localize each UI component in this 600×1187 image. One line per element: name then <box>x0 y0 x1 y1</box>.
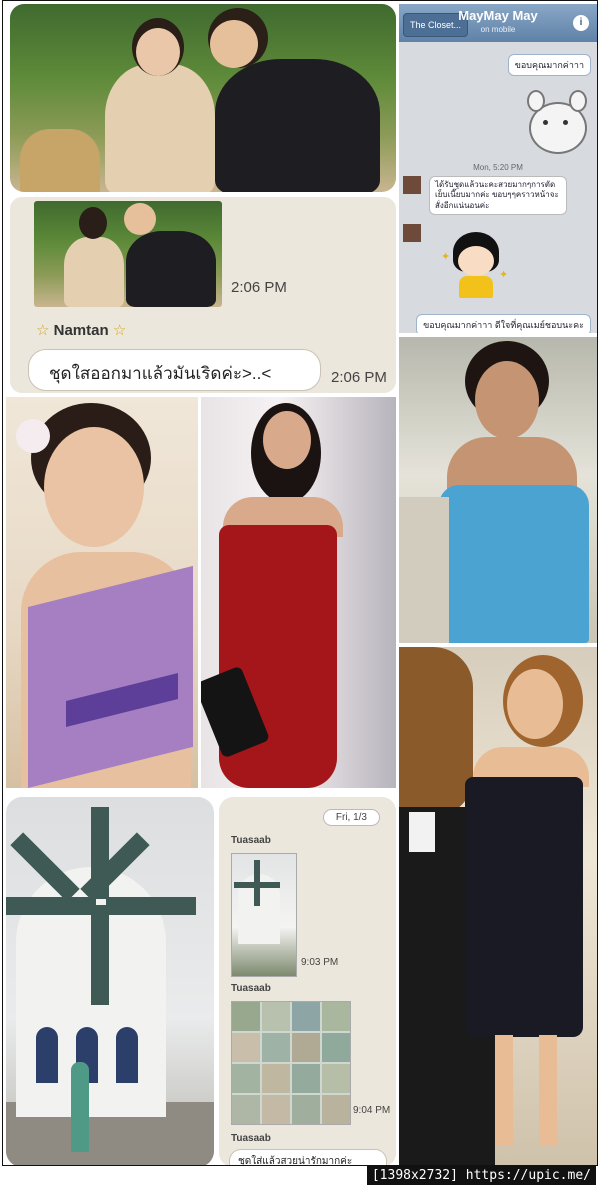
chat-image-thumbnail[interactable] <box>231 853 297 977</box>
contact-status: on mobile <box>480 25 516 34</box>
watermark: [1398x2732] https://upic.me/ <box>366 1166 596 1185</box>
couple-photo <box>10 4 396 192</box>
line-chat-screenshot: The Closet... MayMay May on mobile i ขอบ… <box>399 4 597 333</box>
blue-dress-photo <box>399 337 597 643</box>
star-icon: ☆ <box>112 322 127 339</box>
bunny-sticker <box>523 88 587 154</box>
windmill-photo <box>6 797 214 1165</box>
chat-screenshot-tuasaab: Fri, 1/3 Tuasaab 9:03 PM Tuasaab 9:04 PM… <box>219 797 396 1165</box>
info-icon[interactable]: i <box>573 15 589 31</box>
chat-header: The Closet... MayMay May on mobile i <box>399 4 597 42</box>
message-time: 2:06 PM <box>231 279 287 296</box>
date-chip: Fri, 1/3 <box>322 809 380 826</box>
black-dress-photo <box>399 647 597 1165</box>
sender-name: Tuasaab <box>231 983 271 994</box>
red-dress-photo <box>201 397 396 788</box>
message-bubble: ชุดใสออกมาแล้วมันเริดค่ะ>..< <box>28 349 321 391</box>
sent-message: ขอบคุณมากค่าาา <box>507 54 591 76</box>
chat-image-grid[interactable] <box>231 1001 351 1125</box>
received-message: ได้รับชุดแล้วนะคะสวยมากๆการตัดเย็บเนี๊ยบ… <box>429 176 567 216</box>
sent-message: ขอบคุณมากค่าาา ดีใจที่คุณเมย์ชอบนะคะ <box>416 314 591 333</box>
sender-name: Tuasaab <box>231 835 271 846</box>
message-bubble: ชุดใส่แล้วสวยน่ารักมากค่ะ <box>229 1149 387 1165</box>
windmill-blades <box>6 797 206 1017</box>
avatar <box>403 176 421 194</box>
collage: 2:06 PM ☆ Namtan ☆ ชุดใสออกมาแล้วมันเริด… <box>2 0 598 1166</box>
message-time: 9:03 PM <box>301 957 339 968</box>
date-separator: Mon, 5:20 PM <box>473 163 523 172</box>
contact-name: MayMay May <box>458 8 538 23</box>
star-icon: ☆ <box>36 322 50 339</box>
sender-name: Tuasaab <box>231 1133 271 1144</box>
chat-screenshot-namtan: 2:06 PM ☆ Namtan ☆ ชุดใสออกมาแล้วมันเริด… <box>10 197 396 393</box>
girl-sticker: ✦ ✦ <box>441 228 511 302</box>
avatar <box>403 224 421 242</box>
purple-dress-photo <box>6 397 198 788</box>
message-time: 2:06 PM <box>331 369 387 386</box>
sender-name: ☆ Namtan ☆ <box>36 322 127 339</box>
message-time: 9:04 PM <box>353 1105 391 1116</box>
chat-image-thumbnail[interactable] <box>34 201 222 307</box>
